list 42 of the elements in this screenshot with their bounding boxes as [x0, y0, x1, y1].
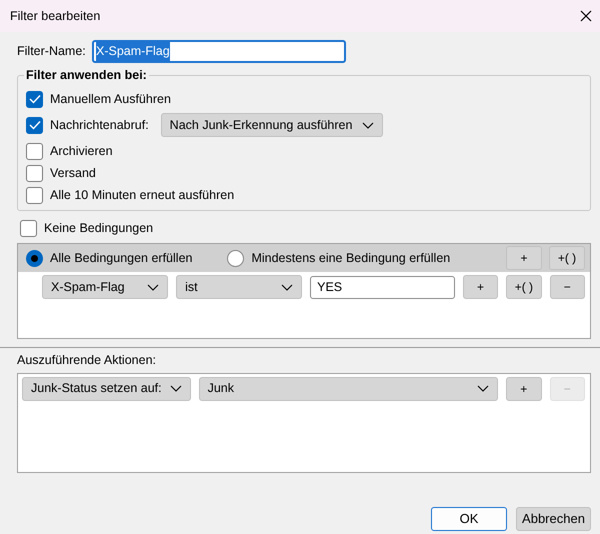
dropdown[interactable]: Junk [198, 376, 498, 401]
add-button[interactable]: + [506, 376, 542, 401]
checkmark-icon [28, 94, 40, 104]
cancel-button[interactable]: Abbrechen [516, 506, 591, 531]
add-group-button[interactable]: +( ) [506, 275, 542, 299]
checkbox-label: Archivieren [50, 142, 113, 160]
checkbox-label: Alle 10 Minuten erneut ausführen [50, 186, 234, 204]
checkbox[interactable] [26, 90, 43, 108]
dropdown[interactable]: Nach Junk-Erkennung ausführen [160, 113, 383, 137]
add-button[interactable]: + [462, 275, 498, 299]
checkbox[interactable] [26, 164, 43, 182]
checkbox-label: Versand [50, 164, 96, 182]
ok-button[interactable]: OK [431, 506, 507, 531]
checkmark-icon [28, 120, 40, 130]
field-label: Filter-Name: [17, 43, 86, 60]
section-label: Auszuführende Aktionen: [17, 352, 157, 369]
checkbox[interactable] [26, 116, 43, 134]
checkbox[interactable] [26, 142, 43, 160]
checkbox-label: Manuellem Ausführen [50, 90, 171, 108]
radio-label: Alle Bedingungen erfüllen [50, 250, 192, 267]
add-button[interactable]: + [506, 246, 542, 270]
radio-label: Mindestens eine Bedingung erfüllen [251, 250, 450, 267]
add-group-button[interactable]: +( ) [549, 246, 585, 270]
chevron-icon [362, 122, 374, 128]
name-field[interactable]: X-Spam-Flag [92, 40, 346, 63]
close-icon[interactable] [580, 10, 592, 22]
radio-button[interactable] [227, 250, 244, 266]
checkbox-label: Keine Bedingungen [44, 220, 154, 237]
window-title: Filter bearbeiten [10, 8, 100, 25]
dropdown[interactable]: X-Spam-Flag [42, 275, 168, 299]
checkbox[interactable] [26, 186, 43, 204]
chevron-icon [147, 284, 160, 290]
dropdown[interactable]: ist [176, 275, 302, 299]
dropdown[interactable]: Junk-Status setzen auf: [22, 376, 191, 401]
value-field[interactable]: YES [310, 276, 455, 298]
checkbox-label: Nachrichtenabruf: [50, 116, 149, 134]
radio-button[interactable] [26, 250, 43, 266]
remove-button[interactable]: − [550, 275, 585, 299]
checkbox[interactable] [20, 220, 37, 236]
chevron-icon [477, 385, 490, 392]
chevron-icon [170, 385, 182, 392]
chevron-icon [281, 284, 294, 290]
